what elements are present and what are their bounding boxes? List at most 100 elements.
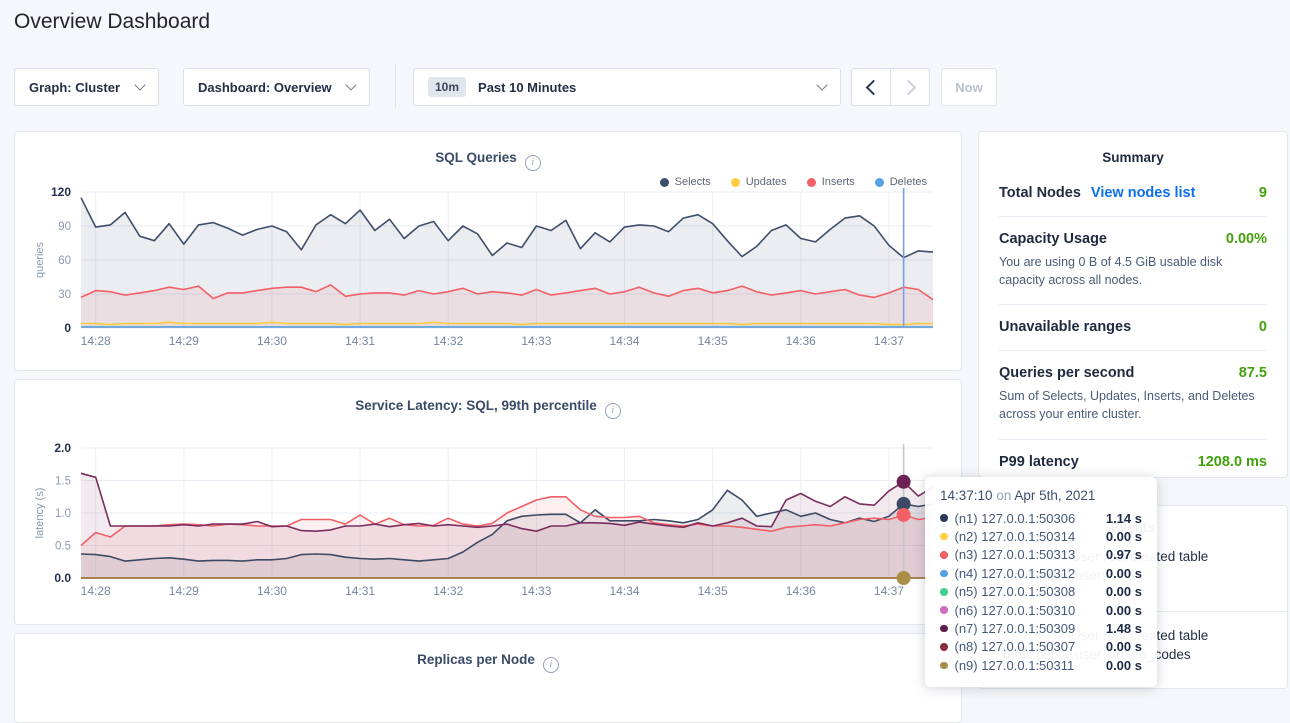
svg-text:14:28: 14:28 [81, 584, 111, 598]
chevron-down-icon [134, 79, 145, 90]
info-icon[interactable]: i [543, 657, 559, 673]
tooltip-node-value: 0.97 s [1106, 547, 1142, 562]
svg-text:14:30: 14:30 [257, 334, 287, 348]
chevron-down-icon [345, 79, 356, 90]
sql-queries-plot[interactable]: 030609012014:2814:2914:3014:3114:3214:33… [15, 184, 961, 368]
tooltip-node-value: 0.00 s [1106, 584, 1142, 599]
tooltip-node-address: (n7) 127.0.0.1:50309 [955, 621, 1076, 636]
svg-text:120: 120 [51, 185, 71, 199]
svg-text:30: 30 [58, 289, 71, 301]
svg-text:14:28: 14:28 [81, 334, 111, 348]
svg-text:14:34: 14:34 [610, 334, 640, 348]
tooltip-node-value: 0.00 s [1106, 566, 1142, 581]
summary-description: Sum of Selects, Updates, Inserts, and De… [999, 387, 1267, 423]
service-latency-title: Service Latency: SQL, 99th percentile i [15, 398, 961, 419]
tooltip-row: (n4) 127.0.0.1:50312 0.00 s [940, 564, 1142, 582]
dashboard-dropdown-label: Dashboard: Overview [198, 80, 332, 95]
series-dot-icon [940, 662, 948, 670]
svg-text:14:35: 14:35 [698, 584, 728, 598]
summary-label: Capacity Usage [999, 231, 1107, 247]
svg-text:1.5: 1.5 [55, 476, 71, 488]
service-latency-card: Service Latency: SQL, 99th percentilei 0… [14, 379, 962, 625]
summary-label: Unavailable ranges [999, 319, 1131, 335]
svg-text:2.0: 2.0 [54, 441, 71, 455]
summary-label: P99 latency [999, 454, 1079, 470]
graph-dropdown[interactable]: Graph: Cluster [14, 68, 159, 106]
service-latency-plot[interactable]: 0.00.51.01.52.014:2814:2914:3014:3114:32… [15, 426, 961, 622]
svg-text:14:37: 14:37 [874, 334, 904, 348]
chart-hover-tooltip: 14:37:10 on Apr 5th, 2021 (n1) 127.0.0.1… [925, 477, 1157, 687]
tooltip-row: (n8) 127.0.0.1:50307 0.00 s [940, 638, 1142, 656]
svg-text:60: 60 [58, 255, 71, 267]
tooltip-node-address: (n8) 127.0.0.1:50307 [955, 639, 1076, 654]
tooltip-date: Apr 5th, 2021 [1014, 488, 1095, 503]
summary-label: Total Nodes [999, 185, 1081, 201]
time-nav-group [851, 68, 930, 106]
replicas-per-node-card: Replicas per Node i [14, 633, 962, 723]
chevron-down-icon [816, 79, 827, 90]
dashboard-dropdown[interactable]: Dashboard: Overview [183, 68, 370, 106]
replicas-per-node-title: Replicas per Node i [15, 652, 961, 673]
info-icon[interactable]: i [605, 403, 621, 419]
summary-value: 9 [1259, 185, 1267, 201]
summary-panel: Summary Total NodesView nodes list9Capac… [978, 131, 1288, 478]
series-dot-icon [940, 570, 948, 578]
summary-label: Queries per second [999, 365, 1134, 381]
summary-value: 0 [1259, 319, 1267, 335]
series-dot-icon [940, 551, 948, 559]
svg-text:14:31: 14:31 [345, 584, 375, 598]
info-icon[interactable]: i [525, 155, 541, 171]
svg-text:14:35: 14:35 [698, 334, 728, 348]
summary-row: Unavailable ranges 0 [999, 304, 1267, 350]
svg-text:14:33: 14:33 [521, 584, 551, 598]
tooltip-node-address: (n4) 127.0.0.1:50312 [955, 566, 1076, 581]
summary-row: Capacity Usage 0.00% You are using 0 B of … [999, 216, 1267, 304]
svg-text:14:30: 14:30 [257, 584, 287, 598]
chevron-right-icon [900, 79, 916, 95]
tooltip-node-address: (n2) 127.0.0.1:50314 [955, 529, 1076, 544]
svg-text:14:29: 14:29 [169, 334, 199, 348]
tooltip-node-value: 0.00 s [1106, 639, 1142, 654]
chevron-left-icon [865, 79, 881, 95]
summary-row: Total Nodes View nodes list 9 [999, 171, 1267, 216]
summary-row: Queries per second 87.5 Sum of Selects, Up… [999, 350, 1267, 438]
tooltip-node-value: 0.00 s [1106, 603, 1142, 618]
tooltip-node-address: (n5) 127.0.0.1:50308 [955, 584, 1076, 599]
summary-rows: Total Nodes View nodes list 9 Capacity Usag… [979, 165, 1287, 485]
summary-value: 0.00% [1226, 231, 1267, 247]
tooltip-rows: (n1) 127.0.0.1:503061.14 s(n2) 127.0.0.1… [940, 509, 1142, 675]
series-dot-icon [940, 606, 948, 614]
tooltip-node-value: 1.48 s [1106, 621, 1142, 636]
prev-range-button[interactable] [851, 68, 891, 106]
tooltip-time: 14:37:10 [940, 488, 993, 503]
tooltip-node-address: (n6) 127.0.0.1:50310 [955, 603, 1076, 618]
view-nodes-list-link[interactable]: View nodes list [1091, 185, 1196, 201]
page: Overview Dashboard Graph: Cluster Dashbo… [0, 0, 1290, 689]
tooltip-node-value: 0.00 s [1106, 658, 1142, 673]
service-latency-title-text: Service Latency: SQL, 99th percentile [355, 398, 597, 413]
toolbar-divider [395, 64, 396, 108]
series-dot-icon [940, 625, 948, 633]
svg-text:14:31: 14:31 [345, 334, 375, 348]
series-dot-icon [940, 588, 948, 596]
svg-text:90: 90 [58, 221, 71, 233]
svg-text:latency (s): latency (s) [34, 488, 46, 539]
tooltip-row: (n5) 127.0.0.1:50308 0.00 s [940, 583, 1142, 601]
tooltip-node-address: (n1) 127.0.0.1:50306 [955, 511, 1076, 526]
next-range-button[interactable] [890, 68, 930, 106]
sql-queries-title-text: SQL Queries [435, 150, 517, 165]
replicas-per-node-title-text: Replicas per Node [417, 652, 535, 667]
tooltip-row: (n9) 127.0.0.1:503110.00 s [940, 656, 1142, 674]
sql-queries-title: SQL Queries i [15, 150, 961, 171]
now-button[interactable]: Now [941, 68, 997, 106]
summary-description: You are using 0 B of 4.5 GiB usable disk… [999, 253, 1267, 289]
page-title: Overview Dashboard [14, 10, 210, 34]
tooltip-on-word: on [996, 488, 1011, 503]
tooltip-row: (n3) 127.0.0.1:503130.97 s [940, 546, 1142, 564]
summary-value: 87.5 [1239, 365, 1267, 381]
tooltip-row: (n2) 127.0.0.1:503140.00 s [940, 527, 1142, 545]
time-range-picker[interactable]: 10m Past 10 Minutes [413, 68, 841, 106]
svg-text:14:32: 14:32 [433, 584, 463, 598]
time-range-label: Past 10 Minutes [478, 80, 576, 95]
tooltip-node-value: 1.14 s [1106, 511, 1142, 526]
